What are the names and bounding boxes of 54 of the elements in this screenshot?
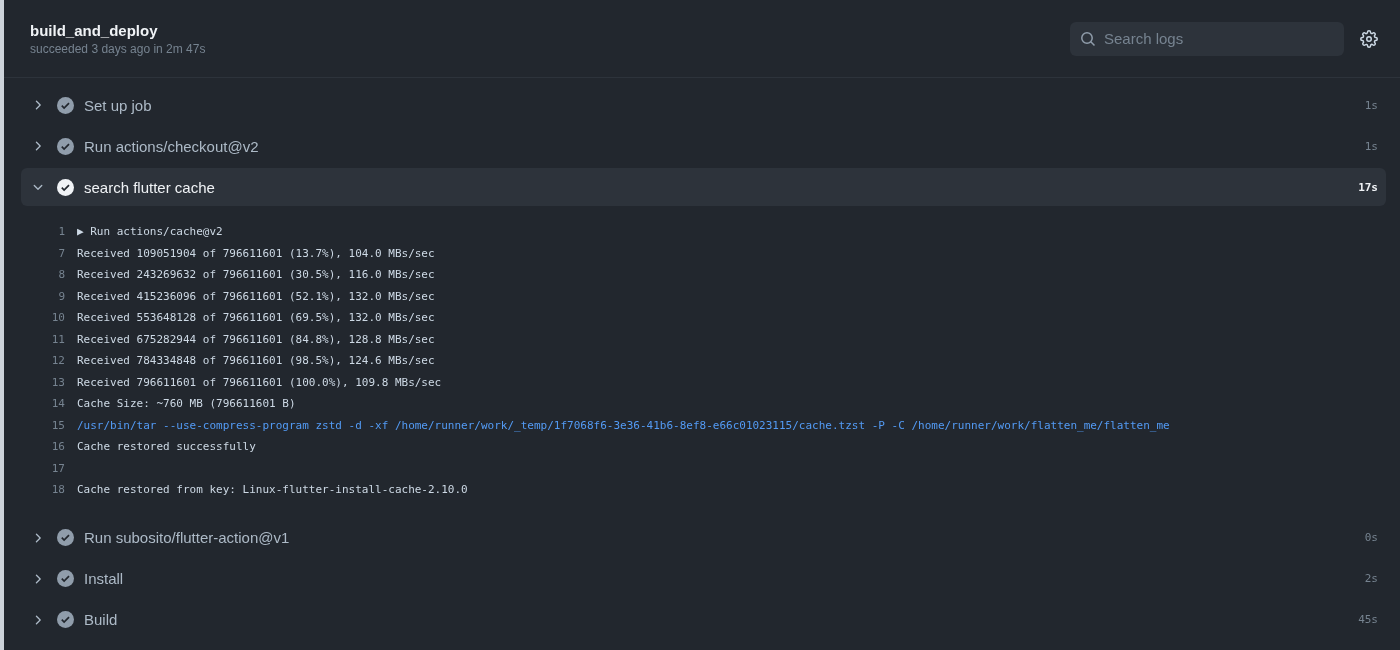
step-duration: 1s (1364, 98, 1378, 112)
check-circle-icon (57, 529, 74, 546)
line-number: 14 (50, 397, 66, 411)
line-number: 17 (50, 461, 66, 475)
step-duration: 2s (1364, 572, 1378, 585)
log-group-toggle[interactable]: ▶ Run actions/cache@v2 (77, 225, 223, 239)
step-row[interactable]: Run actions/checkout@v2 1s (21, 127, 1386, 165)
check-circle-icon (57, 178, 74, 196)
log-line: Received 553648128 of 796611601 (69.5%), 132.0 MBs/sec (77, 311, 435, 325)
check-circle-icon (57, 137, 74, 155)
step-row[interactable]: search flutter cache 17s (21, 168, 1386, 206)
log-line: Received 243269632 of 796611601 (30.5%), 116.0 MBs/sec (77, 268, 435, 282)
step-duration: 17s (1358, 180, 1378, 194)
step-name: Build (84, 611, 119, 628)
step-name: Run actions/checkout@v2 (84, 137, 260, 155)
step-name: search flutter cache (84, 178, 216, 196)
log-line: Received 415236096 of 796611601 (52.1%), 132.0 MBs/sec (77, 289, 435, 303)
line-number: 13 (50, 375, 66, 389)
search-icon (1080, 30, 1096, 47)
log-line: Received 109051904 of 796611601 (13.7%), 104.0 MBs/sec (77, 246, 435, 260)
check-circle-icon (57, 570, 74, 587)
job-title: build_and_deploy (30, 21, 159, 39)
line-number: 12 (50, 354, 66, 368)
log-line: /usr/bin/tar --use-compress-program zstd -d -xf /home/runner/work/_temp/1f7068f6-3e36-41b6-8ef8-e66c01023115/cache.tzst -P -C /home/runner/work/flatten_me/flatten_me (77, 418, 1170, 432)
step-row[interactable]: Install 2s (21, 559, 1386, 598)
log-line: Cache Size: ~760 MB (796611601 B) (77, 397, 296, 411)
step-duration: 45s (1358, 613, 1378, 626)
job-status: succeeded 3 days ago in 2m 47s (30, 41, 206, 56)
line-number: 10 (50, 311, 66, 325)
line-number: 7 (57, 246, 66, 260)
step-name: Run subosito/flutter-action@v1 (84, 529, 291, 546)
log-line: Cache restored successfully (77, 440, 256, 454)
log-line: Cache restored from key: Linux-flutter-install-cache-2.10.0 (77, 483, 468, 497)
log-line: Received 796611601 of 796611601 (100.0%), 109.8 MBs/sec (77, 375, 442, 389)
check-circle-icon (57, 611, 74, 628)
line-number: 8 (57, 268, 66, 282)
step-duration: 1s (1364, 139, 1378, 153)
log-line: Received 675282944 of 796611601 (84.8%), 128.8 MBs/sec (77, 332, 435, 346)
step-row[interactable]: Run subosito/flutter-action@v1 0s (21, 518, 1386, 557)
step-name: Install (84, 570, 125, 587)
line-number: 11 (50, 332, 66, 346)
step-row[interactable]: Build 45s (21, 600, 1386, 639)
step-duration: 0s (1364, 531, 1378, 544)
log-line: Received 784334848 of 796611601 (98.5%), 124.6 MBs/sec (77, 354, 435, 368)
step-row[interactable]: Set up job 1s (21, 86, 1386, 124)
line-number: 1 (57, 225, 66, 239)
line-number: 9 (57, 289, 66, 303)
step-name: Set up job (84, 96, 153, 114)
settings-icon[interactable] (1360, 29, 1378, 48)
line-number: 16 (50, 440, 66, 454)
line-number: 15 (50, 418, 66, 432)
search-field[interactable]: Search logs (1070, 21, 1344, 56)
check-circle-icon (57, 96, 74, 114)
line-number: 18 (50, 483, 66, 497)
